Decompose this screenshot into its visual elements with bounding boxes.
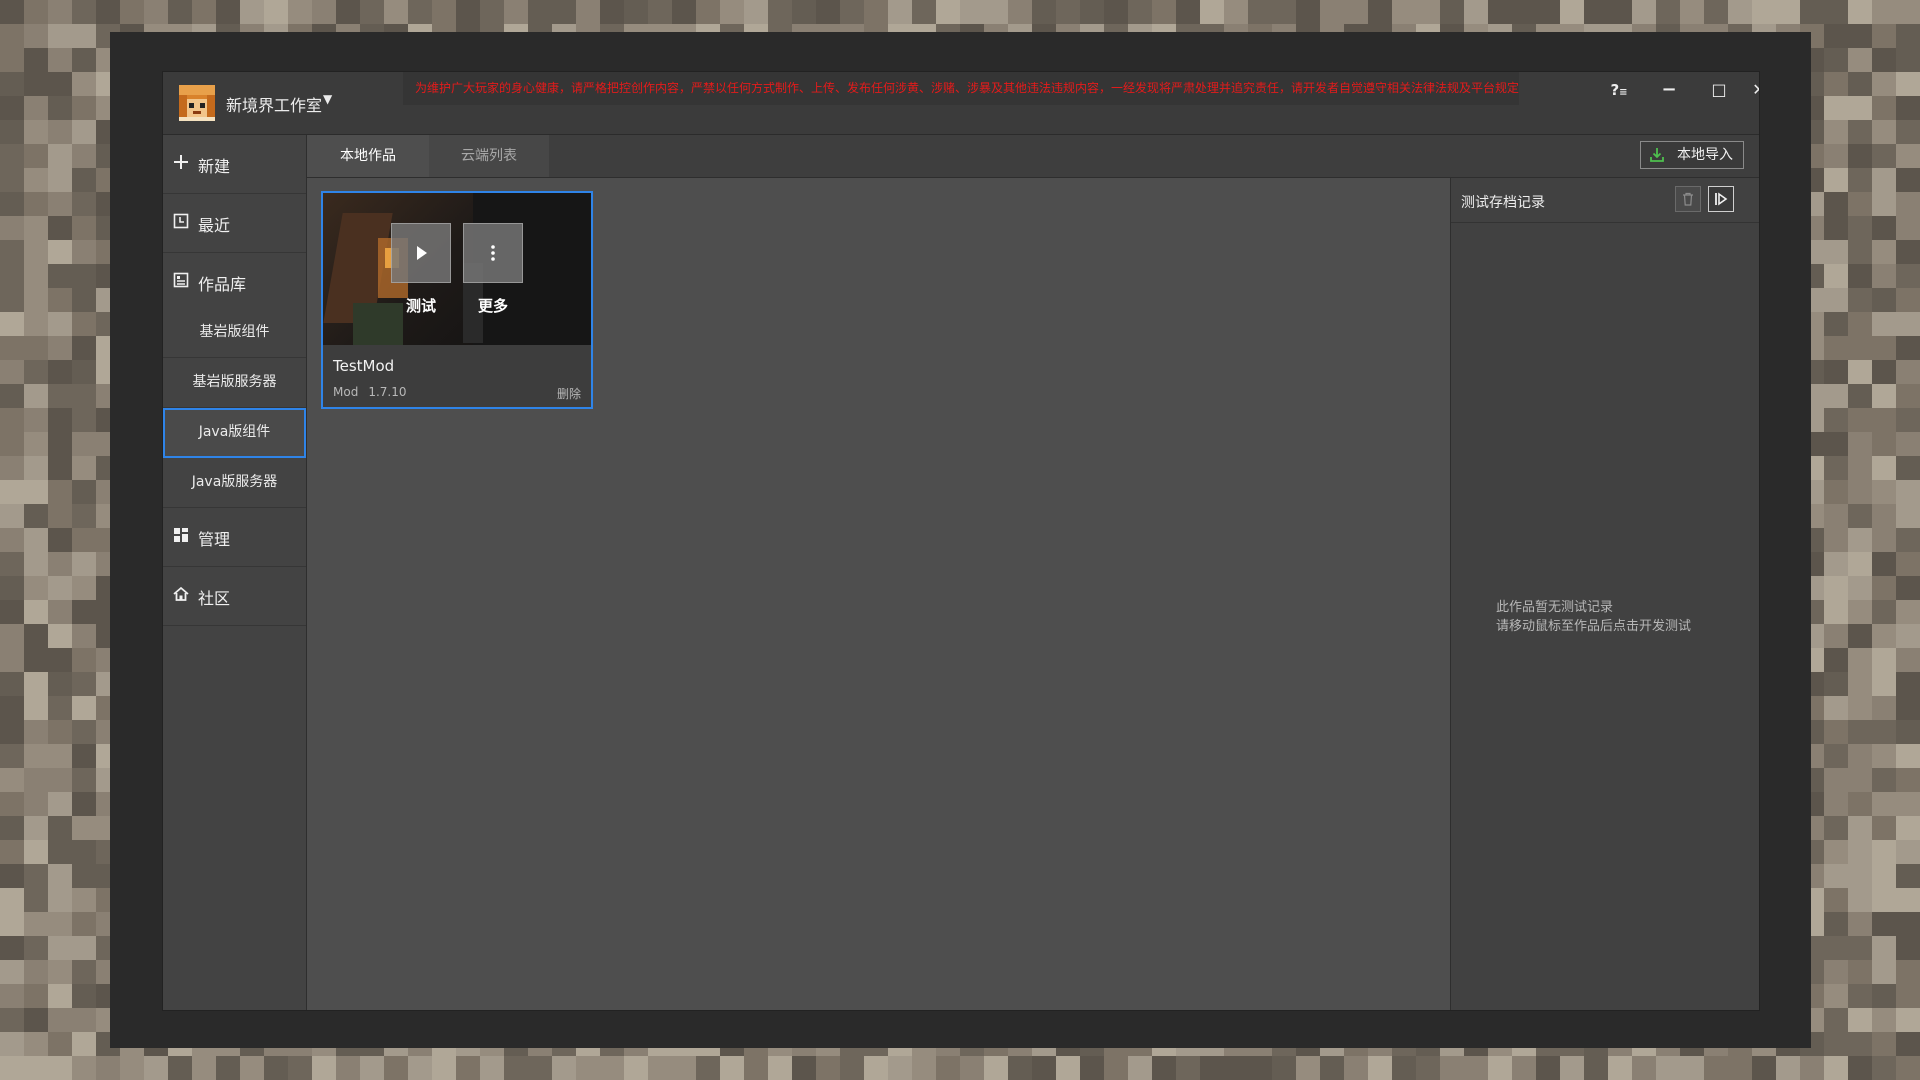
dashboard-icon bbox=[172, 527, 190, 545]
collapse-panel-button[interactable] bbox=[1708, 186, 1734, 212]
chevron-down-icon[interactable]: ▼ bbox=[323, 92, 332, 106]
sidebar-item-label: 管理 bbox=[198, 530, 231, 549]
more-vertical-icon bbox=[491, 245, 495, 261]
sidebar-item-community[interactable]: 社区 bbox=[163, 567, 306, 626]
help-icon: ? bbox=[1610, 81, 1620, 99]
help-button[interactable]: ?≡ bbox=[1599, 76, 1639, 104]
trash-button[interactable] bbox=[1675, 186, 1701, 212]
sidebar-item-java-addon[interactable]: Java版组件 bbox=[163, 408, 306, 458]
work-thumbnail: 测试 更多 bbox=[323, 193, 591, 345]
minimize-button[interactable]: − bbox=[1649, 76, 1689, 104]
notice-banner: 为维护广大玩家的身心健康，请严格把控创作内容，严禁以任何方式制作、上传、发布任何… bbox=[403, 72, 1519, 105]
empty-state-line1: 此作品暂无测试记录 bbox=[1496, 600, 1614, 615]
minimize-icon: − bbox=[1661, 79, 1677, 100]
work-type: Mod bbox=[333, 385, 359, 399]
sidebar: 新建 最近 作品库 基岩版组件 基岩版服务器 Java版组件 Java版服务器 … bbox=[163, 135, 307, 1010]
sidebar-item-label: 社区 bbox=[198, 589, 231, 608]
studio-name[interactable]: 新境界工作室 bbox=[226, 92, 322, 116]
app-window: 新境界工作室 ▼ 为维护广大玩家的身心健康，请严格把控创作内容，严禁以任何方式制… bbox=[163, 72, 1759, 1010]
clock-icon bbox=[172, 213, 190, 231]
panel-header: 测试存档记录 bbox=[1451, 178, 1759, 223]
sidebar-item-manage[interactable]: 管理 bbox=[163, 508, 306, 567]
panel-title: 测试存档记录 bbox=[1461, 195, 1545, 211]
tab-cloud-list[interactable]: 云端列表 bbox=[429, 135, 549, 177]
title-bar: 新境界工作室 ▼ 为维护广大玩家的身心健康，请严格把控创作内容，严禁以任何方式制… bbox=[163, 72, 1759, 135]
work-version: 1.7.10 bbox=[368, 385, 407, 399]
collapse-right-icon bbox=[1715, 192, 1728, 206]
close-button[interactable]: ✕ bbox=[1749, 76, 1759, 104]
sidebar-item-bedrock-server[interactable]: 基岩版服务器 bbox=[163, 358, 306, 408]
sidebar-item-label: 作品库 bbox=[198, 275, 247, 294]
maximize-button[interactable]: □ bbox=[1699, 76, 1739, 104]
local-import-button[interactable]: 本地导入 bbox=[1640, 141, 1744, 169]
more-button[interactable] bbox=[463, 223, 523, 283]
test-label: 测试 bbox=[405, 297, 436, 315]
home-icon bbox=[172, 586, 190, 604]
trash-icon bbox=[1683, 192, 1693, 206]
sidebar-item-label: 新建 bbox=[198, 157, 231, 176]
sidebar-item-recent[interactable]: 最近 bbox=[163, 194, 306, 253]
work-card[interactable]: 测试 更多 TestMod Mod 1.7.10 删除 bbox=[321, 191, 593, 409]
work-meta: Mod 1.7.10 bbox=[333, 385, 406, 399]
test-button[interactable] bbox=[391, 223, 451, 283]
sidebar-item-bedrock-addon[interactable]: 基岩版组件 bbox=[163, 308, 306, 358]
local-import-label: 本地导入 bbox=[1677, 147, 1733, 163]
sidebar-item-java-server[interactable]: Java版服务器 bbox=[163, 458, 306, 508]
avatar[interactable] bbox=[179, 85, 215, 121]
maximize-icon: □ bbox=[1711, 80, 1727, 99]
sidebar-item-label: 最近 bbox=[198, 216, 231, 235]
empty-state: 此作品暂无测试记录 请移动鼠标至作品后点击开发测试 bbox=[1496, 598, 1691, 636]
work-title: TestMod bbox=[333, 357, 395, 375]
test-save-panel: 测试存档记录 此作品暂无测试记录 请移动鼠标至作品后点击开发测试 bbox=[1450, 178, 1759, 1010]
tab-local-works[interactable]: 本地作品 bbox=[307, 135, 429, 177]
more-label: 更多 bbox=[477, 297, 508, 315]
works-grid: 测试 更多 TestMod Mod 1.7.10 删除 bbox=[307, 178, 1614, 1010]
empty-state-line2: 请移动鼠标至作品后点击开发测试 bbox=[1496, 619, 1692, 634]
library-icon bbox=[172, 272, 190, 290]
close-icon: ✕ bbox=[1752, 80, 1759, 99]
play-icon bbox=[417, 246, 427, 260]
delete-link[interactable]: 删除 bbox=[557, 385, 581, 402]
tab-bar: 本地作品 云端列表 本地导入 bbox=[307, 135, 1759, 178]
plus-icon bbox=[172, 154, 190, 172]
sidebar-item-library[interactable]: 作品库 bbox=[163, 253, 306, 308]
download-icon bbox=[1649, 142, 1665, 172]
sidebar-item-new[interactable]: 新建 bbox=[163, 135, 306, 194]
